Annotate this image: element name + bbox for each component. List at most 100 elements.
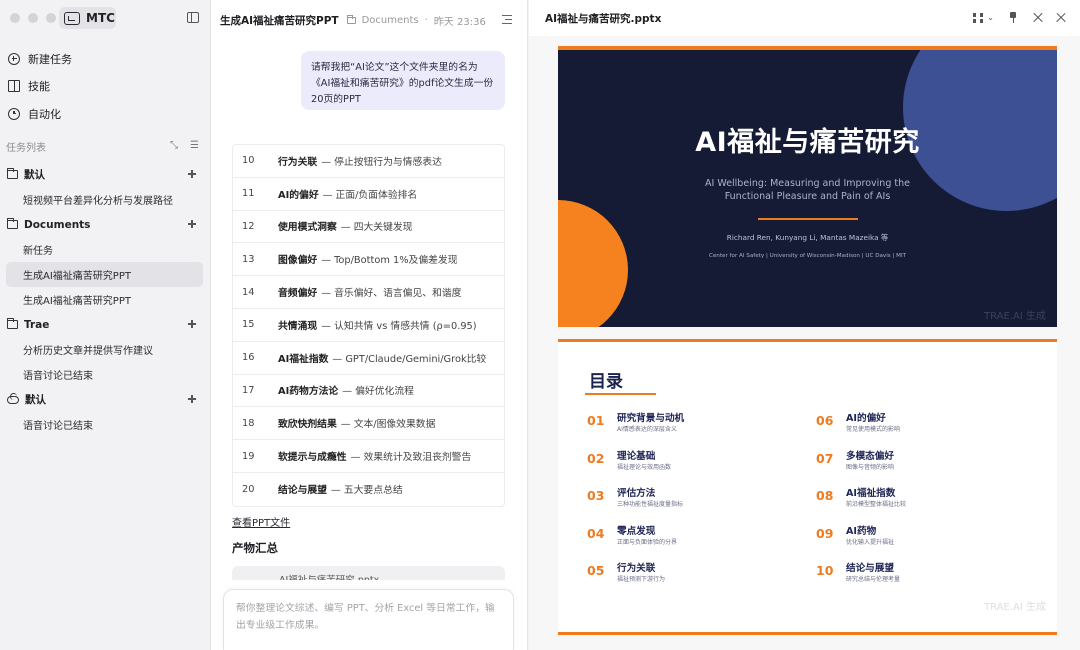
task-item[interactable]: 短视频平台差异化分析与发展路径 <box>0 187 203 212</box>
slide-number: 12 <box>242 220 255 232</box>
chat-folder[interactable]: Documents <box>362 15 419 26</box>
chat-panel: 生成AI福祉痛苦研究PPT Documents · 昨天 23:36 请帮我把“… <box>211 0 528 650</box>
slide-number: 14 <box>242 286 255 298</box>
group-trae[interactable]: Trae <box>0 312 211 337</box>
products-heading: 产物汇总 <box>232 541 278 555</box>
outline-menu-icon[interactable] <box>502 15 512 24</box>
slide-description: — 偏好优化流程 <box>342 386 414 398</box>
toc-item: 06 AI的偏好 常见使用模式的影响 <box>816 412 900 435</box>
view-ppt-link[interactable]: 查看PPT文件 <box>232 514 290 529</box>
grid-view-icon[interactable] <box>973 12 984 23</box>
slide-outline-row: 16 AI福祉指数 — GPT/Claude/Gemini/Grok比较 <box>233 342 504 375</box>
group-label: 默认 <box>25 394 46 406</box>
task-list-header: 任务列表 ⤡ ☰ <box>0 137 211 155</box>
chat-timestamp: 昨天 23:36 <box>433 16 486 28</box>
composer-placeholder[interactable]: 帮你整理论文综述、编写 PPT、分析 Excel 等日常工作，输出专业级工作成果… <box>236 600 501 634</box>
chat-meta-dot: · <box>424 14 428 26</box>
toc-title: 目录 <box>589 372 623 392</box>
toc-item: 03 评估方法 三种功能性福祉度量指标 <box>587 487 683 510</box>
task-item-active[interactable]: 生成AI福祉痛苦研究PPT <box>6 262 203 287</box>
terminal-icon <box>64 11 80 25</box>
toc-subheading: 常见使用模式的影响 <box>846 426 901 433</box>
task-item[interactable]: 语音讨论已结束 <box>0 412 203 437</box>
slide-number: 13 <box>242 253 255 265</box>
nav-skills[interactable]: 技能 <box>0 73 211 101</box>
preview-header: AI福祉与痛苦研究.pptx ⌄ <box>529 0 1080 36</box>
slide-title: 使用模式洞察 <box>278 222 337 234</box>
clock-icon <box>8 107 20 120</box>
slide-toc[interactable]: 目录 TRAE.AI 生成 01 研究背景与动机 AI情感表达的深层含义 02 理论基础… <box>558 342 1057 632</box>
slide-title: AI福祉指数 <box>278 353 329 365</box>
toc-heading: AI药物 <box>846 525 877 537</box>
workspace-name: MTC <box>86 11 115 25</box>
slide-outline-row: 20 结论与展望 — 五大要点总结 <box>233 473 504 506</box>
task-item[interactable]: 分析历史文章并提供写作建议 <box>0 337 203 362</box>
toc-heading: 行为关联 <box>617 563 656 574</box>
nav-automation[interactable]: 自动化 <box>0 100 211 128</box>
slide-title: 致欣快剂结果 <box>278 419 337 431</box>
task-item[interactable]: 生成AI福祉痛苦研究PPT <box>0 287 203 312</box>
slide-title: 行为关联 <box>278 156 318 168</box>
toc-item: 09 AI药物 优化输入提升福祉 <box>816 525 894 548</box>
toc-subheading: 图像与音频的影响 <box>846 463 895 471</box>
slide-outline-row: 10 行为关联 — 停止按钮行为与情感表达 <box>233 145 504 178</box>
file-preview-panel: AI福祉与痛苦研究.pptx ⌄ AI福祉与痛苦研究 AI Wellbeing:… <box>529 0 1080 650</box>
group-cloud-default[interactable]: 默认 <box>0 387 211 412</box>
collapse-all-icon[interactable]: ⤡ <box>170 140 178 151</box>
cover-subtitle-line: AI Wellbeing: Measuring and Improving th… <box>705 178 910 189</box>
chat-title: 生成AI福祉痛苦研究PPT <box>220 14 339 27</box>
slide-title: AI药物方法论 <box>278 386 339 398</box>
toc-number: 01 <box>587 413 605 428</box>
group-label: 默认 <box>24 169 45 181</box>
task-item[interactable]: 新任务 <box>0 237 203 262</box>
close-icon[interactable] <box>1056 13 1066 23</box>
add-task-icon[interactable] <box>186 393 198 405</box>
cover-subtitle-line: Functional Pleasure and Pain of AIs <box>724 191 891 202</box>
slides-canvas[interactable]: AI福祉与痛苦研究 AI Wellbeing: Measuring and Im… <box>529 36 1080 650</box>
zoom-window-button[interactable] <box>46 13 56 23</box>
task-item[interactable]: 语音讨论已结束 <box>0 362 203 387</box>
toc-subheading: 三种功能性福祉度量指标 <box>617 501 684 508</box>
group-default[interactable]: 默认 <box>0 162 211 187</box>
add-task-icon[interactable] <box>186 218 198 230</box>
cover-affiliation: Center for AI Safety | University of Wis… <box>708 253 907 259</box>
group-documents[interactable]: Documents <box>0 212 211 237</box>
toc-subheading: AI情感表达的深层含义 <box>617 426 677 433</box>
user-message-bubble: 请帮我把“AI论文”这个文件夹里的名为《AI福祉和痛苦研究》的pdf论文生成一份… <box>301 51 505 110</box>
toc-number: 03 <box>587 488 605 503</box>
chat-header: 生成AI福祉痛苦研究PPT Documents · 昨天 23:36 <box>211 0 527 40</box>
pin-icon[interactable] <box>1008 12 1018 23</box>
slide-outline-row: 12 使用模式洞察 — 四大关键发现 <box>233 211 504 244</box>
sidebar-toggle-icon[interactable] <box>187 12 199 23</box>
add-task-icon[interactable] <box>186 318 198 330</box>
slide-outline-row: 15 共情涌现 — 认知共情 vs 情感共情 (ρ=0.95) <box>233 309 504 342</box>
toc-item: 07 多模态偏好 图像与音频的影响 <box>816 450 894 473</box>
filter-icon[interactable]: ☰ <box>190 140 199 151</box>
expand-icon[interactable] <box>1032 13 1042 23</box>
task-tree: 默认 短视频平台差异化分析与发展路径 Documents 新任务 生成AI福祉痛… <box>0 162 211 437</box>
folder-icon <box>6 218 18 229</box>
toc-heading: 理论基础 <box>617 450 656 462</box>
chevron-down-icon[interactable]: ⌄ <box>987 13 994 22</box>
task-list-label: 任务列表 <box>6 142 46 154</box>
group-label: Trae <box>24 318 50 331</box>
toc-number: 02 <box>587 450 605 466</box>
toc-subheading: 优化输入提升福祉 <box>846 538 895 546</box>
nav-label: 自动化 <box>28 107 61 121</box>
message-composer[interactable]: 帮你整理论文综述、编写 PPT、分析 Excel 等日常工作，输出专业级工作成果… <box>223 589 514 650</box>
product-file-card[interactable]: AI福祉与痛苦研究.pptx <box>232 566 505 580</box>
toc-heading: AI福祉指数 <box>846 488 896 499</box>
cover-divider <box>758 218 858 220</box>
toc-subheading: 前沿模型整体福祉比较 <box>846 501 907 508</box>
minimize-window-button[interactable] <box>28 13 38 23</box>
workspace-switcher[interactable]: MTC <box>59 7 116 29</box>
toc-heading: 零点发现 <box>617 525 656 537</box>
toc-subheading: 研究总结与伦理考量 <box>846 576 901 583</box>
nav-new-task[interactable]: 新建任务 <box>0 45 211 73</box>
toc-number: 09 <box>816 525 834 541</box>
slide-cover[interactable]: AI福祉与痛苦研究 AI Wellbeing: Measuring and Im… <box>558 50 1057 327</box>
slide-outline-row: 19 软提示与成瘾性 — 效果统计及致沮丧剂警告 <box>233 440 504 473</box>
close-window-button[interactable] <box>10 13 20 23</box>
add-task-icon[interactable] <box>186 168 198 180</box>
preview-file-title: AI福祉与痛苦研究.pptx <box>545 12 662 25</box>
